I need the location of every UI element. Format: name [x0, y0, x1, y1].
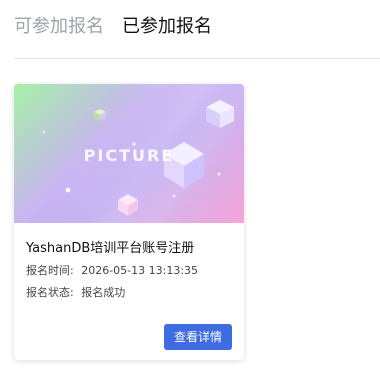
- tabs-divider: [14, 58, 380, 59]
- tab-available-registrations[interactable]: 可参加报名: [14, 18, 104, 36]
- sparkle-icon: [42, 130, 46, 134]
- card-title: YashanDB培训平台账号注册: [26, 241, 195, 256]
- registration-status-label: 报名状态:: [26, 286, 74, 299]
- registration-time-value: 2026-05-13 13:13:35: [81, 264, 199, 277]
- thumbnail-picture-text: PICTURE: [83, 146, 175, 165]
- small-cube-icon: [94, 109, 106, 121]
- registration-time-row: 报名时间: 2026-05-13 13:13:35: [26, 262, 198, 278]
- sparkle-icon: [65, 187, 71, 193]
- registration-time-label: 报名时间:: [26, 264, 74, 277]
- tab-joined-registrations[interactable]: 已参加报名: [122, 18, 212, 36]
- registration-card: PICTURE YashanDB培训平台账号注册 报名时间: 2026-05-1…: [14, 84, 244, 360]
- registration-status-row: 报名状态: 报名成功: [26, 284, 125, 300]
- sparkle-icon: [172, 194, 176, 198]
- sparkle-icon: [217, 172, 221, 176]
- view-details-button[interactable]: 查看详情: [164, 324, 232, 350]
- top-right-cube-icon: [206, 100, 234, 128]
- lower-left-cube-icon: [118, 194, 138, 216]
- card-thumbnail: PICTURE: [14, 84, 244, 223]
- registration-status-value: 报名成功: [81, 286, 126, 299]
- registration-tabs: 可参加报名 已参加报名: [14, 18, 212, 36]
